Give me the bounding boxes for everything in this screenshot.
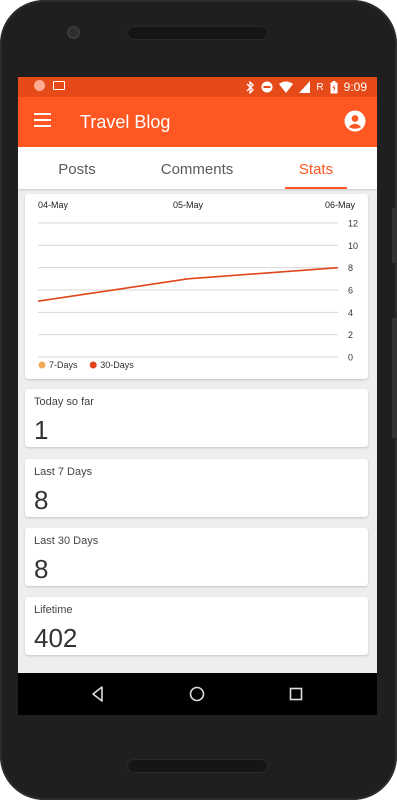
side-button-power	[392, 208, 397, 263]
app-title: Travel Blog	[80, 112, 171, 132]
side-button-volume	[392, 318, 397, 438]
stat-card-today: Today so far 1	[25, 389, 368, 447]
y-tick-label: 0	[348, 353, 353, 363]
legend-marker	[89, 361, 97, 369]
stat-label: Today so far	[34, 396, 94, 408]
legend-marker	[38, 361, 46, 369]
phone-frame: R 9:09 Travel Blog Posts Comments Stats …	[0, 0, 397, 800]
home-icon[interactable]	[187, 684, 207, 704]
cell-signal-icon	[299, 81, 311, 93]
stat-label: Last 30 Days	[34, 535, 99, 547]
stat-value: 402	[34, 623, 78, 653]
legend-label: 7-Days	[49, 360, 78, 370]
x-tick-label: 05-May	[173, 200, 204, 210]
y-tick-label: 2	[348, 330, 353, 340]
views-chart-card: 0 2 4 6 8 10 12 04-May 05-May 06-May 7-Days 30-Days	[25, 194, 368, 379]
series-line-30-days	[37, 266, 339, 302]
top-speaker-grille	[127, 26, 268, 40]
network-type-label: R	[316, 81, 324, 93]
app-bar: Travel Blog	[18, 97, 377, 147]
stat-label: Lifetime	[34, 604, 73, 616]
selected-tab-indicator	[285, 187, 347, 189]
bottom-speaker-grille	[127, 759, 268, 773]
stat-card-last-7-days: Last 7 Days 8	[25, 459, 368, 517]
do-not-disturb-icon	[261, 81, 273, 93]
stat-value: 8	[34, 554, 49, 584]
back-icon[interactable]	[88, 684, 108, 704]
screen: R 9:09 Travel Blog Posts Comments Stats …	[18, 77, 377, 715]
front-camera	[67, 26, 80, 39]
cast-screen-icon	[53, 81, 65, 90]
recent-apps-icon[interactable]	[286, 684, 306, 704]
x-tick-label: 06-May	[325, 200, 356, 210]
battery-icon	[330, 80, 338, 93]
status-time: 9:09	[343, 80, 367, 94]
y-tick-label: 10	[348, 241, 358, 251]
y-tick-label: 4	[348, 308, 353, 318]
y-tick-label: 8	[348, 263, 353, 273]
status-bar: R 9:09	[18, 77, 377, 97]
wifi-icon	[279, 81, 294, 93]
y-tick-label: 6	[348, 286, 353, 296]
tab-stats[interactable]: Stats	[299, 161, 333, 178]
tab-posts[interactable]: Posts	[58, 161, 96, 178]
stat-value: 1	[34, 415, 49, 445]
x-tick-label: 04-May	[38, 200, 69, 210]
system-navigation-bar	[18, 673, 377, 715]
legend-label: 30-Days	[100, 360, 134, 370]
y-tick-label: 12	[348, 219, 358, 229]
tab-comments[interactable]: Comments	[161, 161, 234, 178]
stat-label: Last 7 Days	[34, 466, 93, 478]
stat-card-last-30-days: Last 30 Days 8	[25, 528, 368, 586]
notification-dot-icon	[34, 80, 45, 91]
views-line-chart: 0 2 4 6 8 10 12 04-May 05-May 06-May 7-Days 30-Days	[37, 200, 358, 370]
bluetooth-icon	[246, 80, 255, 94]
stat-card-lifetime: Lifetime 402	[25, 597, 368, 655]
account-circle-icon[interactable]	[344, 110, 366, 132]
hamburger-menu-icon[interactable]	[34, 113, 51, 127]
stat-value: 8	[34, 485, 49, 515]
tab-bar: Posts Comments Stats	[18, 147, 377, 189]
